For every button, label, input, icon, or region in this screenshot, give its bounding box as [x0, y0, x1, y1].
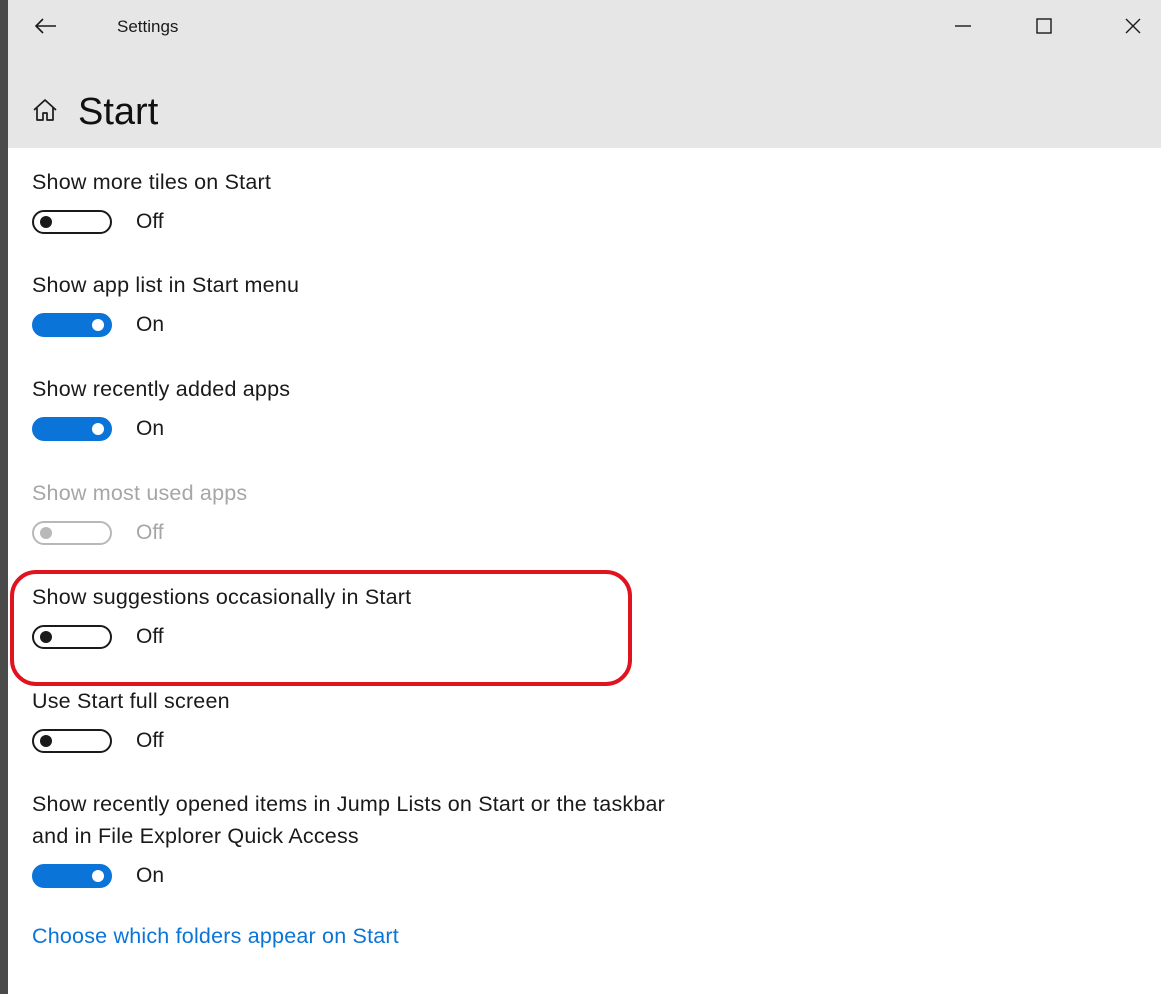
setting-label: Use Start full screen [32, 689, 230, 713]
toggle-state-label: On [136, 417, 165, 440]
setting-label-line2: and in File Explorer Quick Access [32, 824, 359, 848]
toggle-switch[interactable] [32, 417, 112, 441]
page-title: Start [78, 90, 159, 133]
close-icon [1124, 17, 1142, 40]
toggle-knob [92, 423, 104, 435]
minimize-button[interactable] [940, 8, 986, 48]
back-button[interactable] [26, 12, 66, 44]
toggle-knob [92, 870, 104, 882]
toggle-state-label: Off [136, 521, 164, 544]
toggle-state-label: On [136, 864, 165, 887]
settings-window: Settings Start Show more tiles on Start … [8, 0, 1161, 994]
toggle-switch[interactable] [32, 864, 112, 888]
setting-label: Show suggestions occasionally in Start [32, 585, 412, 609]
toggle-state-label: Off [136, 210, 164, 233]
toggle-state-label: Off [136, 625, 164, 648]
maximize-icon [1035, 17, 1053, 40]
setting-label: Show most used apps [32, 481, 248, 505]
setting-full-screen: Use Start full screen Off [32, 685, 932, 755]
toggle-switch[interactable] [32, 313, 112, 337]
setting-show-more-tiles: Show more tiles on Start Off [32, 166, 932, 236]
toggle-switch [32, 521, 112, 545]
toggle-switch[interactable] [32, 729, 112, 753]
setting-show-most-used: Show most used apps Off [32, 477, 932, 547]
toggle-switch[interactable] [32, 625, 112, 649]
page-heading: Start [32, 82, 158, 142]
toggle-knob [40, 631, 52, 643]
maximize-button[interactable] [1021, 8, 1067, 48]
home-icon[interactable] [32, 97, 58, 128]
back-arrow-icon [34, 17, 57, 39]
setting-label: Show app list in Start menu [32, 273, 300, 297]
toggle-knob [40, 216, 52, 228]
setting-show-app-list: Show app list in Start menu On [32, 269, 932, 339]
toggle-switch[interactable] [32, 210, 112, 234]
toggle-knob [92, 319, 104, 331]
setting-label: Show recently added apps [32, 377, 291, 401]
window-title: Settings [117, 17, 179, 36]
setting-label: Show more tiles on Start [32, 170, 272, 194]
choose-folders-link[interactable]: Choose which folders appear on Start [32, 924, 399, 949]
toggle-knob [40, 735, 52, 747]
setting-show-suggestions: Show suggestions occasionally in Start O… [32, 581, 932, 651]
toggle-knob [40, 527, 52, 539]
setting-jump-lists: Show recently opened items in Jump Lists… [32, 788, 932, 890]
setting-label-line1: Show recently opened items in Jump Lists… [32, 792, 666, 816]
minimize-icon [954, 17, 972, 40]
close-button[interactable] [1110, 8, 1156, 48]
title-bar-header: Settings Start [8, 0, 1161, 148]
toggle-state-label: Off [136, 729, 164, 752]
toggle-state-label: On [136, 313, 165, 336]
setting-show-recently-added: Show recently added apps On [32, 373, 932, 443]
